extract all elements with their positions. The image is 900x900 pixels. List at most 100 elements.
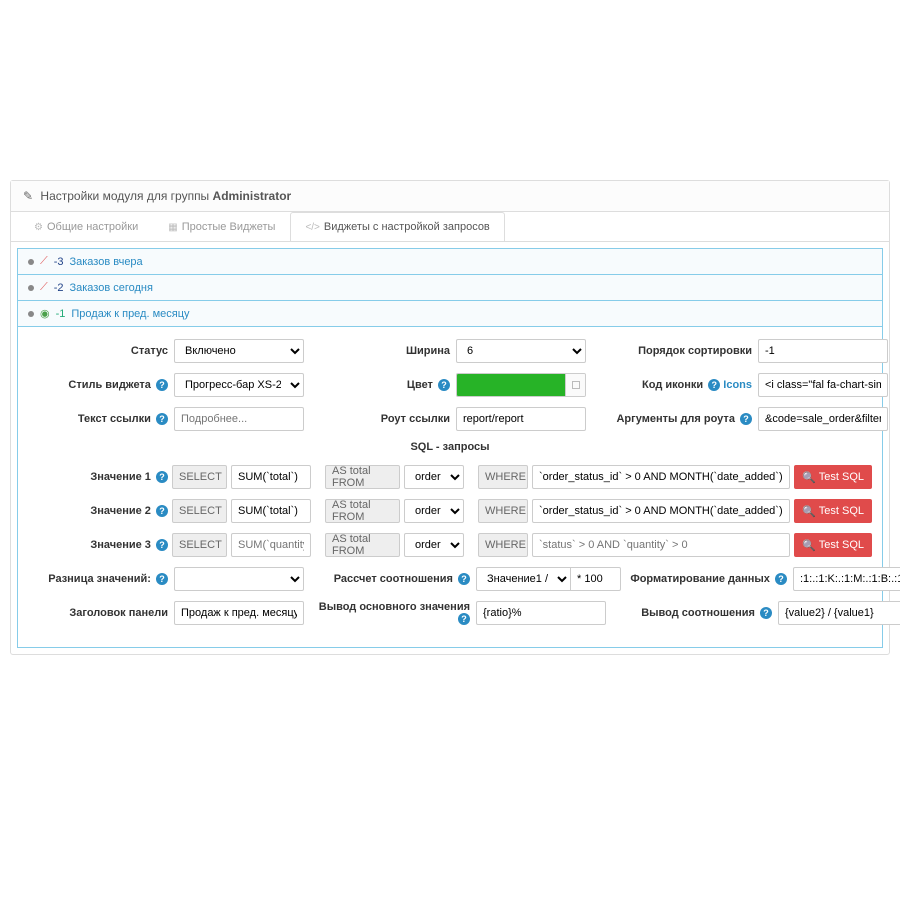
label-status: Статус	[28, 345, 168, 357]
grid-icon: ▦	[168, 222, 177, 233]
color-swatch	[457, 374, 565, 396]
dot-icon	[28, 311, 34, 317]
sort-input[interactable]	[758, 339, 888, 363]
tabs: ⚙Общие настройки ▦Простые Виджеты </>Вид…	[11, 212, 889, 242]
dot-icon	[28, 259, 34, 265]
label-iconcode: Код иконки ? Icons	[592, 379, 752, 391]
accordion-item-active[interactable]: ◉ -1 Продаж к пред. месяцу	[17, 300, 883, 327]
eye-on-icon: ◉	[40, 307, 50, 320]
sql-asfrom-label: AS total FROM	[325, 499, 400, 523]
format-input[interactable]	[793, 567, 900, 591]
test-sql-button[interactable]: 🔍Test SQL	[794, 465, 872, 489]
item-index: -2	[54, 282, 64, 294]
sql-select-label: SELECT	[172, 465, 227, 489]
color-picker[interactable]	[456, 373, 586, 397]
help-icon[interactable]: ?	[760, 607, 772, 619]
status-select[interactable]: Включено	[174, 339, 304, 363]
item-title: Заказов сегодня	[69, 282, 152, 294]
help-icon[interactable]: ?	[156, 379, 168, 391]
accordion-item[interactable]: ⟋ -2 Заказов сегодня	[17, 274, 883, 301]
label-linktext: Текст ссылки ?	[28, 413, 168, 425]
eye-off-icon: ⟋	[40, 255, 48, 268]
label-value2: Значение 2 ?	[28, 505, 168, 517]
search-icon: 🔍	[802, 539, 816, 552]
paneltitle-input[interactable]	[174, 601, 304, 625]
sum-input-3[interactable]	[231, 533, 311, 557]
table-select-1[interactable]: order	[404, 465, 464, 489]
label-ratio: Рассчет соотношения ?	[310, 573, 470, 585]
routeargs-input[interactable]	[758, 407, 888, 431]
panel-title-prefix: Настройки модуля для группы	[40, 189, 209, 203]
panel-title-group: Administrator	[213, 189, 292, 203]
sql-where-label: WHERE	[478, 465, 528, 489]
help-icon[interactable]: ?	[156, 539, 168, 551]
where-input-2[interactable]	[532, 499, 790, 523]
ratio-select[interactable]: Значение1 / Значе	[476, 567, 571, 591]
sum-input-1[interactable]	[231, 465, 311, 489]
item-title: Продаж к пред. месяцу	[71, 308, 189, 320]
help-icon[interactable]: ?	[156, 505, 168, 517]
style-select[interactable]: Прогресс-бар XS-2	[174, 373, 304, 397]
sql-asfrom-label: AS total FROM	[325, 465, 400, 489]
help-icon[interactable]: ?	[458, 573, 470, 585]
table-select-2[interactable]: order	[404, 499, 464, 523]
diff-select[interactable]	[174, 567, 304, 591]
eye-off-icon: ⟋	[40, 281, 48, 294]
where-input-3[interactable]	[532, 533, 790, 557]
sum-input-2[interactable]	[231, 499, 311, 523]
item-title: Заказов вчера	[69, 256, 142, 268]
help-icon[interactable]: ?	[775, 573, 787, 585]
label-ratioout: Вывод соотношения ?	[612, 607, 772, 619]
sql-select-label: SELECT	[172, 533, 227, 557]
help-icon[interactable]: ?	[156, 413, 168, 425]
help-icon[interactable]: ?	[740, 413, 752, 425]
where-input-1[interactable]	[532, 465, 790, 489]
test-sql-button[interactable]: 🔍Test SQL	[794, 533, 872, 557]
label-route: Роут ссылки	[310, 413, 450, 425]
accordion-item[interactable]: ⟋ -3 Заказов вчера	[17, 248, 883, 275]
help-icon[interactable]: ?	[438, 379, 450, 391]
help-icon[interactable]: ?	[156, 573, 168, 585]
table-select-3[interactable]: order	[404, 533, 464, 557]
mainout-input[interactable]	[476, 601, 606, 625]
tab-general[interactable]: ⚙Общие настройки	[19, 212, 153, 242]
settings-panel: ✎ Настройки модуля для группы Administra…	[10, 180, 890, 655]
label-value3: Значение 3 ?	[28, 539, 168, 551]
iconcode-input[interactable]	[758, 373, 888, 397]
color-button[interactable]	[565, 374, 585, 396]
search-icon: 🔍	[802, 471, 816, 484]
item-index: -1	[56, 308, 66, 320]
tab-simple-widgets[interactable]: ▦Простые Виджеты	[153, 212, 290, 242]
widget-form: Статус Включено Ширина 6 Порядок сортиро…	[17, 327, 883, 648]
label-value1: Значение 1 ?	[28, 471, 168, 483]
test-sql-button[interactable]: 🔍Test SQL	[794, 499, 872, 523]
dot-icon	[28, 285, 34, 291]
label-format: Форматирование данных ?	[627, 573, 787, 585]
help-icon[interactable]: ?	[708, 379, 720, 391]
ratio-mult-input[interactable]	[571, 567, 621, 591]
code-icon: </>	[305, 222, 319, 233]
sql-select-label: SELECT	[172, 499, 227, 523]
label-paneltitle: Заголовок панели	[28, 607, 168, 619]
help-icon[interactable]: ?	[458, 613, 470, 625]
width-select[interactable]: 6	[456, 339, 586, 363]
label-diff: Разница значений: ?	[28, 573, 168, 585]
route-input[interactable]	[456, 407, 586, 431]
sql-where-label: WHERE	[478, 533, 528, 557]
icons-link[interactable]: Icons	[723, 379, 752, 391]
label-sort: Порядок сортировки	[592, 345, 752, 357]
sql-where-label: WHERE	[478, 499, 528, 523]
label-color: Цвет ?	[310, 379, 450, 391]
search-icon: 🔍	[802, 505, 816, 518]
label-width: Ширина	[310, 345, 450, 357]
panel-heading: ✎ Настройки модуля для группы Administra…	[11, 181, 889, 212]
linktext-input[interactable]	[174, 407, 304, 431]
gear-icon: ⚙	[34, 222, 43, 233]
sql-section-title: SQL - запросы	[28, 441, 872, 453]
item-index: -3	[54, 256, 64, 268]
ratioout-input[interactable]	[778, 601, 900, 625]
tab-query-widgets[interactable]: </>Виджеты с настройкой запросов	[290, 212, 504, 242]
label-routeargs: Аргументы для роута ?	[592, 413, 752, 425]
help-icon[interactable]: ?	[156, 471, 168, 483]
wrench-icon: ✎	[23, 189, 33, 203]
